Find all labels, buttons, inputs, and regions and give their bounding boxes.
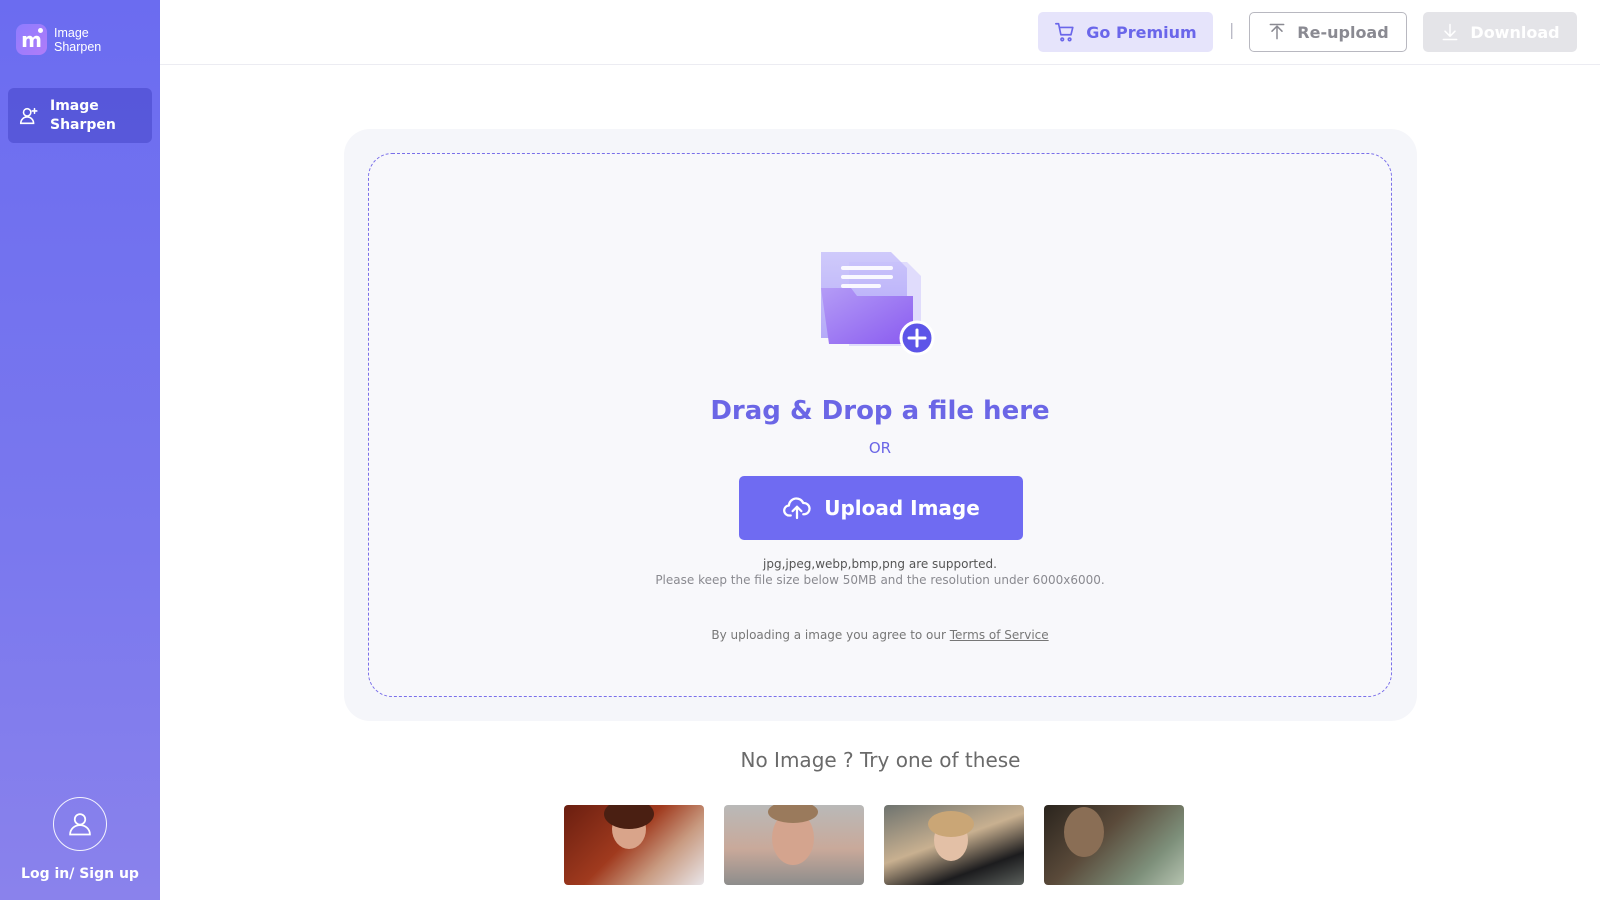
upload-card: Drag & Drop a file here OR Upload Image …	[344, 129, 1417, 721]
sample-image-3[interactable]	[884, 805, 1024, 885]
logo-mark-icon: m	[16, 24, 47, 55]
folder-add-icon	[821, 252, 935, 356]
cart-icon	[1055, 22, 1074, 42]
go-premium-label: Go Premium	[1086, 22, 1197, 42]
login-signup-link[interactable]: Log in/ Sign up	[0, 866, 160, 882]
sidebar-item-label: Image Sharpen	[50, 97, 116, 133]
user-icon	[69, 813, 91, 836]
samples-title: No Image ? Try one of these	[740, 748, 1021, 772]
toolbar-divider: |	[1229, 20, 1235, 39]
avatar[interactable]	[53, 797, 107, 851]
go-premium-button[interactable]: Go Premium	[1038, 12, 1213, 52]
download-button[interactable]: Download	[1423, 12, 1577, 52]
drop-title: Drag & Drop a file here	[710, 396, 1050, 426]
sample-image-2[interactable]	[724, 805, 864, 885]
supported-formats: jpg,jpeg,webp,bmp,png are supported.	[763, 557, 997, 571]
top-toolbar: Go Premium | Re-upload Download	[160, 0, 1600, 65]
download-label: Download	[1470, 22, 1560, 42]
sample-image-4[interactable]	[1044, 805, 1184, 885]
upload-image-label: Upload Image	[824, 496, 980, 520]
terms-notice: By uploading a image you agree to our Te…	[369, 628, 1391, 642]
upload-image-button[interactable]: Upload Image	[739, 476, 1023, 540]
terms-prefix: By uploading a image you agree to our	[711, 628, 950, 642]
app-name: Image Sharpen	[54, 25, 102, 54]
sidebar: m Image Sharpen Image Sharpen Log in/ Si…	[0, 0, 160, 900]
reupload-label: Re-upload	[1297, 22, 1389, 42]
drop-zone[interactable]: Drag & Drop a file here OR Upload Image …	[368, 153, 1392, 697]
cloud-upload-icon	[783, 497, 811, 520]
terms-of-service-link[interactable]: Terms of Service	[950, 628, 1049, 642]
or-separator: OR	[868, 439, 892, 457]
app-logo[interactable]: m Image Sharpen	[16, 24, 101, 55]
upload-arrow-icon	[1269, 23, 1285, 40]
sidebar-item-image-sharpen[interactable]: Image Sharpen	[8, 88, 152, 143]
user-plus-icon	[18, 105, 40, 127]
download-icon	[1442, 23, 1458, 41]
file-limits: Please keep the file size below 50MB and…	[655, 573, 1105, 587]
sample-image-1[interactable]	[564, 805, 704, 885]
reupload-button[interactable]: Re-upload	[1249, 12, 1407, 52]
